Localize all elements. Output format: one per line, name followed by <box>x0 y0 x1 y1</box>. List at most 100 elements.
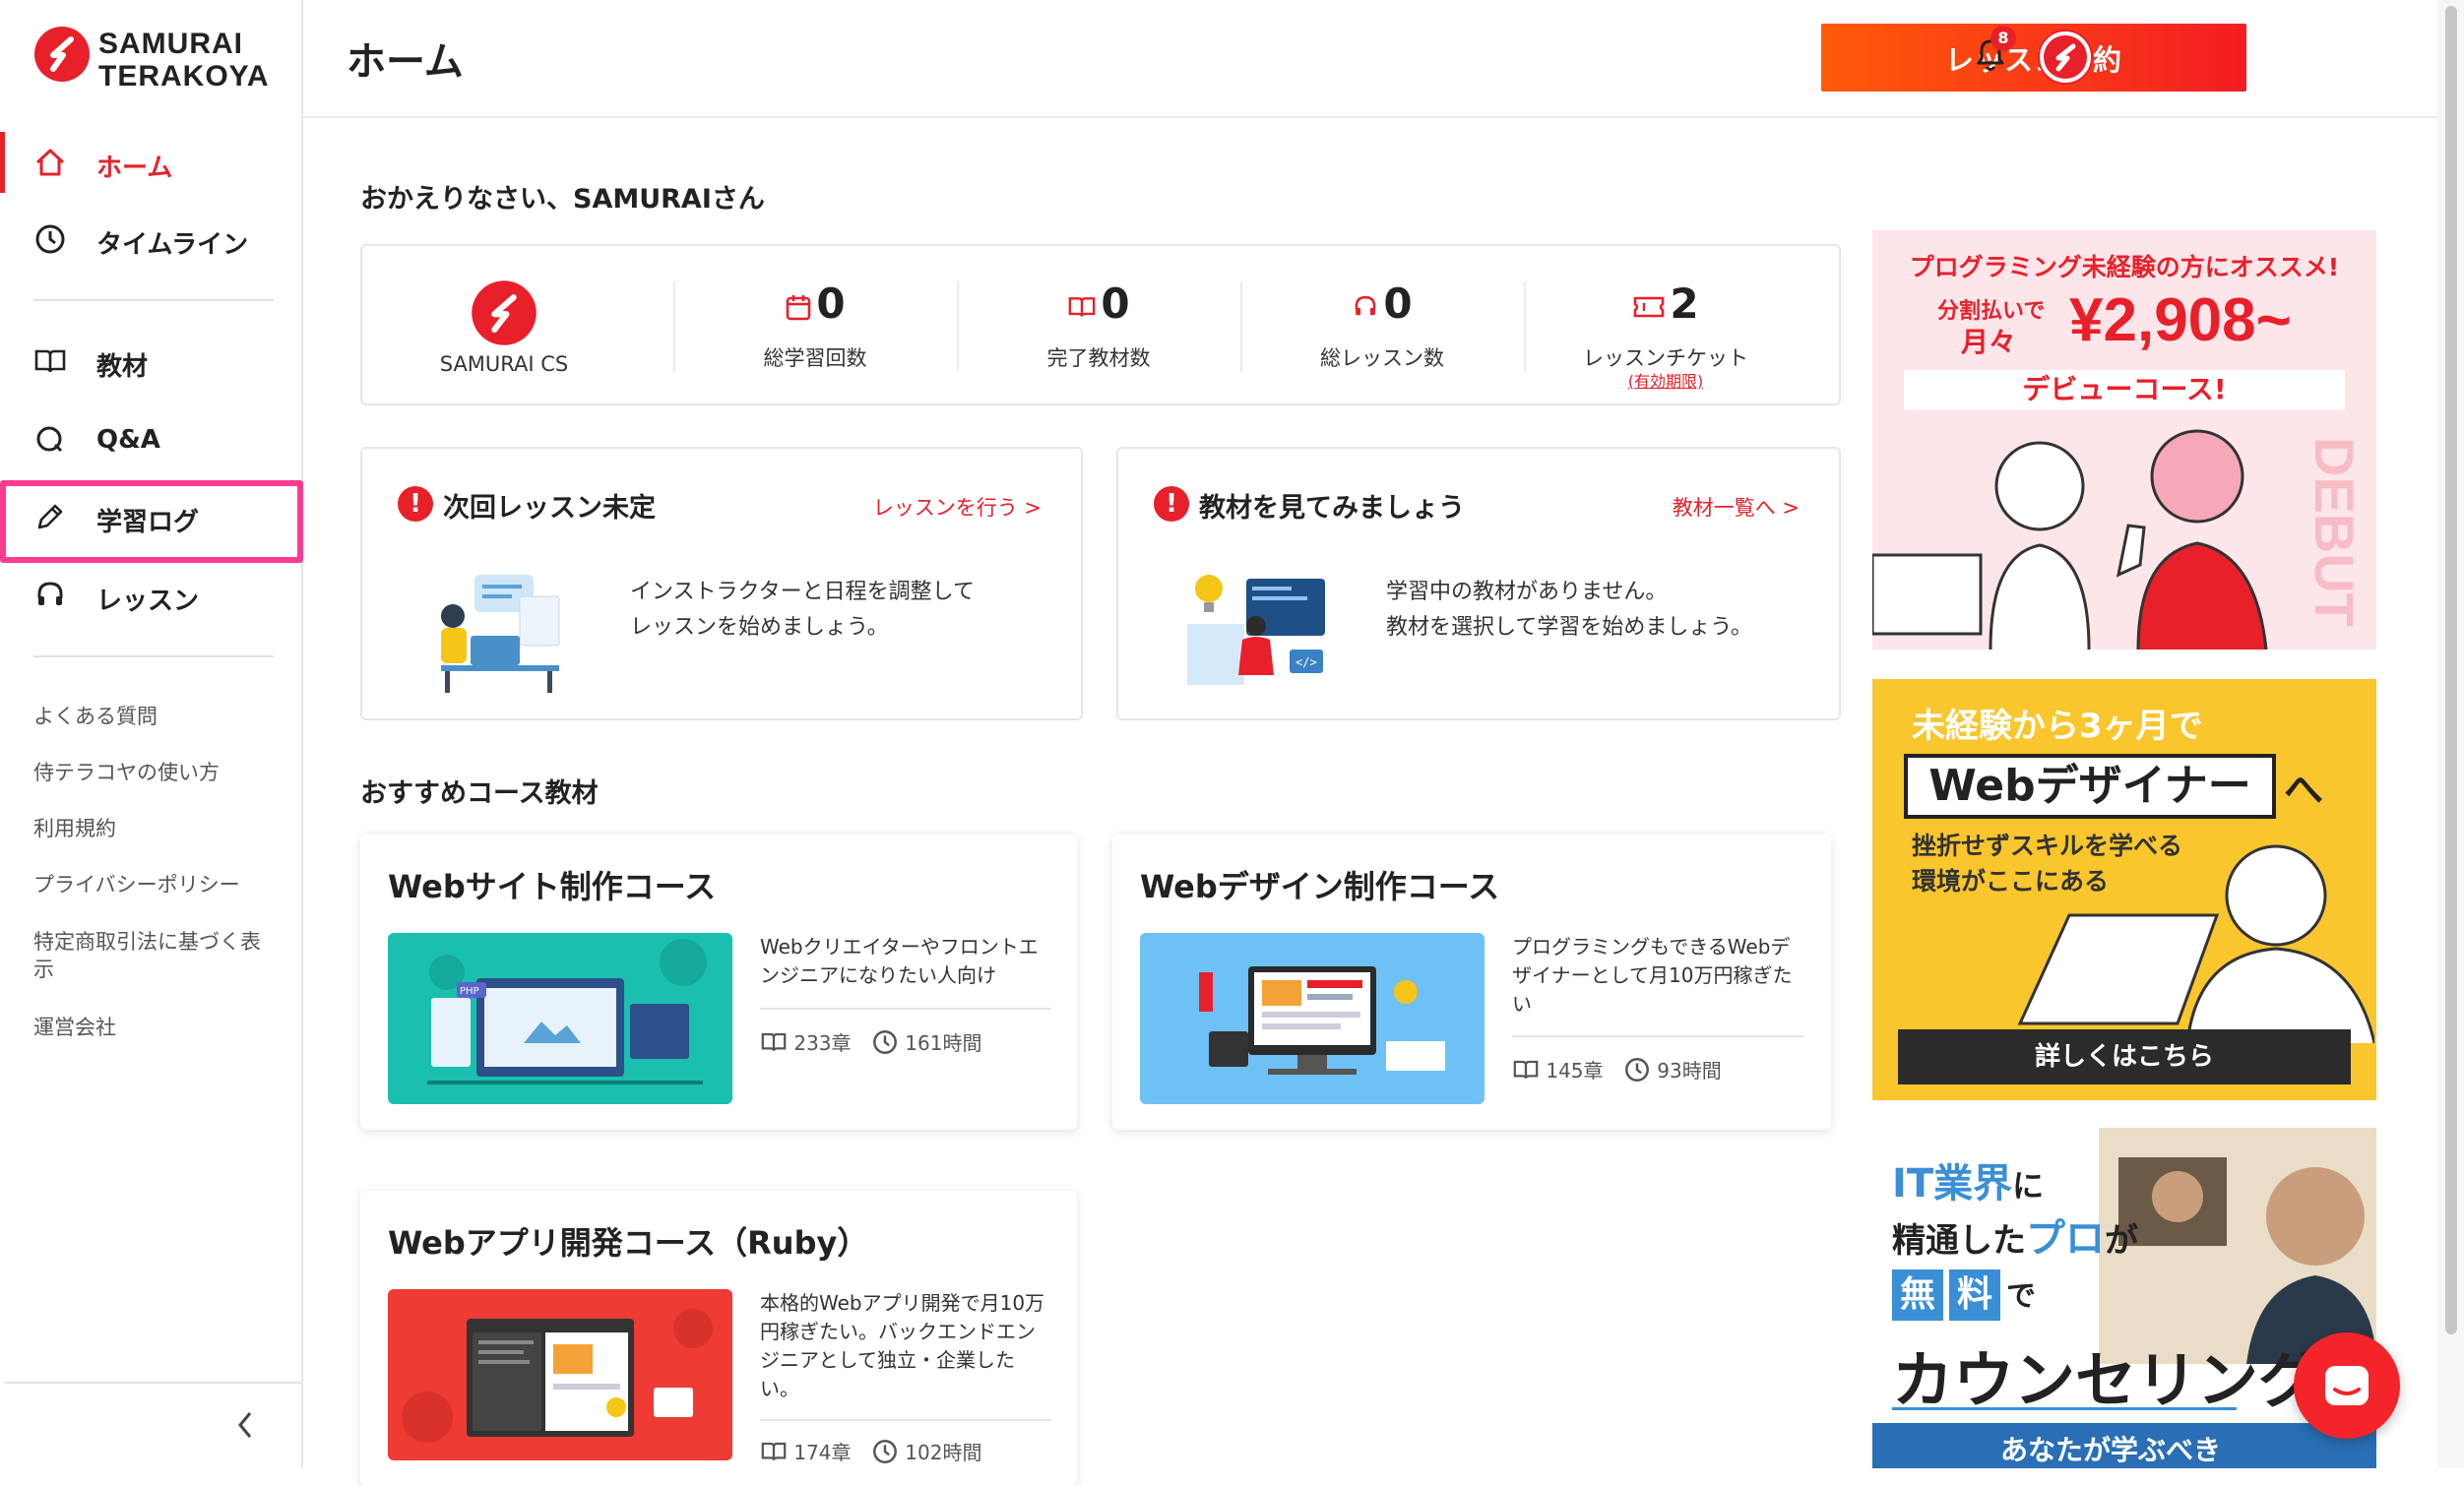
sidebar-item-label: Q&A <box>96 425 160 455</box>
ad-headline: プログラミング未経験の方にオススメ! <box>1909 253 2340 281</box>
clock-icon <box>35 224 65 254</box>
chat-support-button[interactable] <box>2294 1332 2400 1439</box>
logo-line-2: TERAKOYA <box>98 60 270 93</box>
stat-value: 0 <box>1383 279 1413 328</box>
footer-link-faq[interactable]: よくある質問 <box>33 703 280 730</box>
course-hours: 161時間 <box>905 1031 982 1055</box>
book-icon <box>761 1032 787 1051</box>
course-description: 本格的Webアプリ開発で月10万円稼ぎたい。バックエンドエンジニアとして独立・企… <box>760 1291 1045 1400</box>
ad-designer-illustration <box>2017 844 2374 1043</box>
card-title: 次回レッスン未定 <box>443 493 656 524</box>
course-divider <box>1512 1035 1803 1037</box>
course-chapters: 174章 <box>793 1441 852 1464</box>
footer-link-privacy[interactable]: プライバシーポリシー <box>33 871 280 898</box>
learning-illustration: </> <box>1187 575 1325 685</box>
svg-text:PHP: PHP <box>460 986 479 997</box>
stat-total-lessons: 0 総レッスン数 <box>1240 246 1524 403</box>
stat-value: 2 <box>1670 279 1699 328</box>
stat-label: 総レッスン数 <box>1320 346 1444 370</box>
start-lesson-link[interactable]: レッスンを行う > <box>873 492 1042 522</box>
footer-link-company[interactable]: 運営会社 <box>33 1014 280 1041</box>
home-icon <box>35 149 65 176</box>
ad-text-black: に <box>2012 1167 2045 1205</box>
sidebar: SAMURAI TERAKOYA ホーム タイムライン 教材 Q&A 学習ログ … <box>0 0 303 1468</box>
course-chapters: 233章 <box>793 1031 852 1055</box>
ticket-icon <box>1634 296 1665 317</box>
stat-lesson-tickets: 2 レッスンチケット (有効期限) <box>1524 246 1807 403</box>
ad-line-1: IT業界に <box>1892 1151 2044 1208</box>
ad-line-3: 無料で <box>1892 1269 2036 1321</box>
logo-text: SAMURAI TERAKOYA <box>98 28 270 93</box>
course-divider <box>760 1419 1051 1421</box>
user-avatar <box>472 280 537 345</box>
alert-icon: ! <box>398 486 433 522</box>
sidebar-divider <box>33 299 274 301</box>
clock-icon <box>1624 1057 1649 1082</box>
book-icon <box>34 349 66 373</box>
sidebar-item-materials[interactable]: 教材 <box>0 331 301 392</box>
qa-icon <box>36 426 63 453</box>
course-description: Webクリエイターやフロントエンジニアになりたい人向け <box>760 935 1039 987</box>
ad-monthly-text: 月々 <box>1961 326 2017 358</box>
footer-link-how-to-use[interactable]: 侍テラコヤの使い方 <box>33 759 280 786</box>
instructor-illustration <box>441 575 560 693</box>
course-title: Webサイト制作コース <box>388 868 717 905</box>
ad-headline: 未経験から3ヶ月で <box>1912 707 2203 746</box>
ad-text-blue: プロ <box>2026 1216 2105 1262</box>
alert-icon: ! <box>1154 486 1189 522</box>
course-chapters: 145章 <box>1546 1059 1604 1083</box>
user-avatar[interactable] <box>2038 30 2093 85</box>
course-thumbnail <box>388 1289 732 1460</box>
sidebar-item-home[interactable]: ホーム <box>0 132 301 193</box>
headset-icon <box>37 582 63 605</box>
card-text-line: レッスンを始めましょう。 <box>630 615 889 640</box>
collapse-sidebar-chevron-icon[interactable] <box>232 1407 258 1443</box>
course-meta: 233章 161時間 <box>760 1027 981 1056</box>
ticket-expiry-link[interactable]: (有効期限) <box>1524 368 1807 392</box>
course-card-website[interactable]: Webサイト制作コース PHP Webクリエイターやフロントエンジニアになりたい… <box>360 835 1077 1130</box>
ad-banner-web-designer[interactable]: 未経験から3ヶ月で Webデザイナー へ 挫折せずスキルを学べる 環境がここにあ… <box>1872 679 2376 1100</box>
book-icon <box>1069 296 1096 317</box>
logo-line-1: SAMURAI <box>98 28 243 60</box>
course-card-webdesign[interactable]: Webデザイン制作コース プログラミングもできるWebデザイナーとして月10万円… <box>1112 835 1831 1130</box>
ad-banner-debut-course[interactable]: プログラミング未経験の方にオススメ! 分割払いで 月々 ¥2,908~ デビュー… <box>1872 230 2376 650</box>
card-text-line: 教材を選択して学習を始めましょう。 <box>1386 615 1753 640</box>
ad-price: ¥2,908~ <box>2069 286 2292 354</box>
card-body: インストラクターと日程を調整して レッスンを始めましょう。 <box>630 575 1053 646</box>
svg-text:</>: </> <box>1295 655 1317 669</box>
book-icon <box>761 1442 787 1460</box>
materials-list-link[interactable]: 教材一覧へ > <box>1673 492 1800 522</box>
footer-link-commerce-law[interactable]: 特定商取引法に基づく表示 <box>33 928 275 983</box>
sidebar-item-lesson[interactable]: レッスン <box>0 565 301 626</box>
page-scrollbar[interactable] <box>2437 0 2464 1468</box>
greeting-text: おかえりなさい、SAMURAIさん <box>360 184 765 215</box>
logo-mark-icon <box>34 27 90 82</box>
samurai-terakoya-logo[interactable]: SAMURAI TERAKOYA <box>33 26 280 94</box>
ad-counseling-text: カウンセリング <box>1892 1344 2320 1416</box>
course-card-webapp-ruby[interactable]: Webアプリ開発コース（Ruby） 本格的Webアプリ開発で月10万円稼ぎたい。… <box>360 1191 1077 1486</box>
card-text-line: 学習中の教材がありません。 <box>1386 580 1668 604</box>
card-text-line: インストラクターと日程を調整して <box>630 580 976 604</box>
sidebar-item-label: 教材 <box>96 352 149 382</box>
course-divider <box>760 1008 1051 1010</box>
clock-icon <box>872 1029 897 1054</box>
sidebar-item-qa[interactable]: Q&A <box>0 409 301 470</box>
sidebar-item-timeline[interactable]: タイムライン <box>0 209 301 270</box>
footer-link-terms[interactable]: 利用規約 <box>33 815 280 842</box>
sidebar-item-label: ホーム <box>96 154 173 183</box>
stat-user[interactable]: SAMURAI CS <box>362 246 646 403</box>
card-title: 教材を見てみましょう <box>1199 493 1465 524</box>
book-lesson-button[interactable]: レッスン予約 <box>1821 24 2246 92</box>
course-thumbnail <box>1140 933 1485 1104</box>
ad-text-blue: IT業界 <box>1892 1161 2013 1207</box>
headset-icon <box>1356 295 1376 315</box>
course-meta: 174章 102時間 <box>760 1437 981 1465</box>
ad-job-title: Webデザイナー <box>1904 754 2276 819</box>
notification-count-badge: 8 <box>1990 26 2016 51</box>
course-hours: 93時間 <box>1657 1059 1722 1083</box>
course-title: Webアプリ開発コース（Ruby） <box>388 1224 869 1262</box>
scrollbar-thumb[interactable] <box>2445 6 2457 1334</box>
ad-course-name: デビューコース! <box>1904 370 2345 409</box>
page-title: ホーム <box>347 39 464 85</box>
ad-details-button[interactable]: 詳しくはこちら <box>1898 1029 2351 1084</box>
